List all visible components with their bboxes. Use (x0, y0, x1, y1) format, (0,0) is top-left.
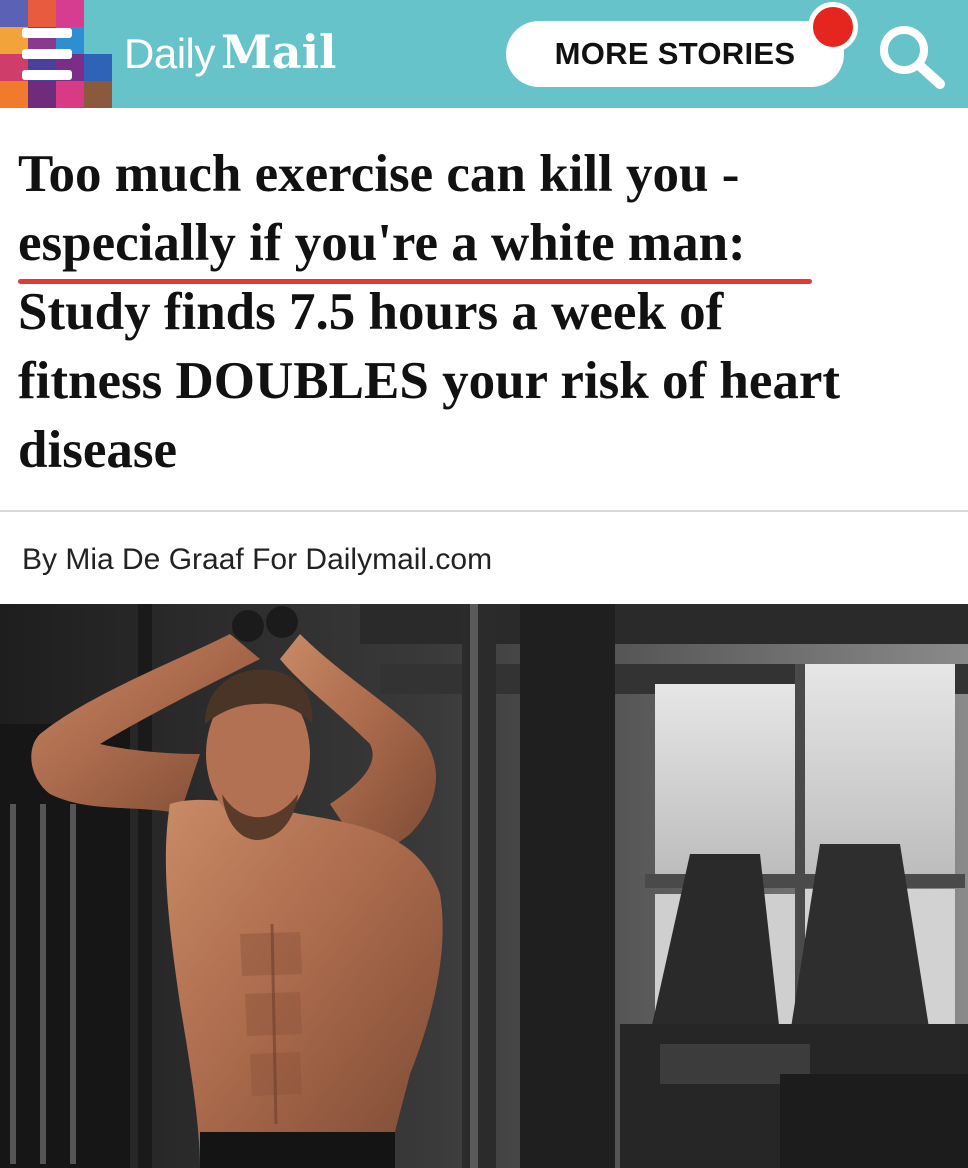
article-headline: Too much exercise can kill you - especia… (18, 140, 948, 485)
spellcheck-underline (18, 279, 812, 284)
daily-mail-logo[interactable]: Daily Mail (124, 22, 337, 82)
headline-line: Too much exercise can kill you - (18, 145, 740, 203)
notification-dot (808, 2, 858, 52)
search-icon[interactable] (872, 20, 952, 90)
byline: By Mia De Graaf For Dailymail.com (22, 543, 493, 576)
site-header: Daily Mail MORE STORIES (0, 0, 968, 108)
headline-line: Study finds 7.5 hours a week of (18, 283, 724, 341)
article-photo[interactable] (0, 604, 968, 1168)
more-stories-button[interactable]: MORE STORIES (506, 21, 844, 87)
menu-icon (22, 28, 72, 80)
headline-line: especially if you're a white man: (18, 214, 746, 272)
logo-mail-text: Mail (220, 25, 337, 79)
menu-button[interactable] (0, 0, 112, 108)
logo-daily-text: Daily (124, 30, 215, 77)
headline-line: fitness DOUBLES your risk of heart (18, 352, 841, 410)
divider (0, 510, 968, 512)
headline-line: disease (18, 421, 177, 479)
